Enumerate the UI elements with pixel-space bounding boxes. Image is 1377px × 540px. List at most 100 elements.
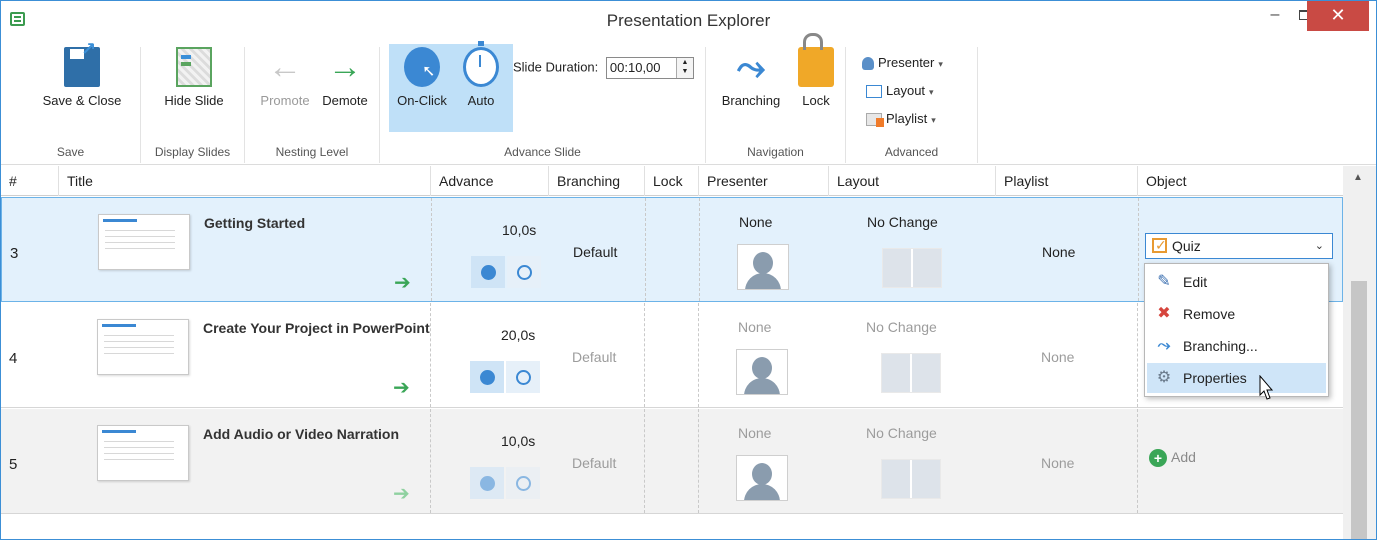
col-header-advance[interactable]: Advance — [431, 166, 549, 196]
presenter-avatar[interactable] — [736, 455, 788, 501]
playlist-icon — [866, 113, 884, 128]
presenter-value[interactable]: None — [738, 319, 771, 335]
gear-icon: ⚙ — [1156, 369, 1172, 386]
slide-title: Create Your Project in PowerPoint — [203, 320, 430, 336]
layout-preview[interactable] — [881, 353, 941, 393]
playlist-value[interactable]: None — [1042, 244, 1075, 260]
on-click-button[interactable]: On-Click — [392, 47, 452, 108]
promote-button[interactable]: ← Promote — [257, 47, 313, 108]
stopwatch-icon — [463, 41, 499, 87]
presenter-label: Presenter — [878, 55, 935, 70]
cell-divider — [646, 198, 700, 301]
branching-icon: ⤳ — [736, 46, 766, 87]
col-header-lock[interactable]: Lock — [645, 166, 699, 196]
auto-toggle[interactable] — [506, 467, 540, 499]
branching-value[interactable]: Default — [573, 244, 617, 260]
table-row-partial — [1, 517, 1343, 539]
col-header-presenter[interactable]: Presenter — [699, 166, 829, 196]
layout-preview[interactable] — [881, 459, 941, 499]
menu-item-remove[interactable]: ✖ Remove — [1147, 299, 1326, 329]
group-advance-slide: On-Click Auto Slide Duration: 00:10,00 ▲… — [380, 41, 706, 163]
layout-label: Layout — [886, 83, 926, 98]
demote-button[interactable]: → Demote — [317, 47, 373, 108]
caret-down-icon: ▾ — [938, 59, 943, 69]
advance-mode-icons — [470, 361, 542, 393]
menu-item-edit-label: Edit — [1183, 274, 1208, 290]
presentation-explorer-window: Presentation Explorer – ✕ Save & Close S… — [0, 0, 1377, 540]
add-object-label: Add — [1171, 449, 1196, 465]
hide-slide-label: Hide Slide — [164, 93, 224, 108]
arrow-left-icon: ← — [268, 48, 302, 86]
group-advanced: Presenter ▾ Layout ▾ Playlist ▾ Advanced — [846, 47, 978, 163]
branching-value[interactable]: Default — [572, 349, 616, 365]
quiz-icon — [1152, 233, 1167, 257]
presenter-avatar[interactable] — [737, 244, 789, 290]
advance-time: 10,0s — [502, 222, 537, 238]
playlist-label: Playlist — [886, 111, 928, 126]
playlist-value[interactable]: None — [1041, 349, 1074, 365]
col-header-num[interactable]: # — [1, 166, 59, 196]
promote-label: Promote — [260, 93, 310, 108]
table-row[interactable]: 4 Create Your Project in PowerPoint ➔ 20… — [1, 303, 1343, 408]
arrow-right-icon: ➔ — [394, 272, 411, 294]
arrow-right-icon: → — [328, 48, 362, 86]
table-row[interactable]: 3 Getting Started ➔ 10,0s Default None N… — [1, 197, 1343, 302]
col-header-title[interactable]: Title — [59, 166, 431, 196]
col-header-layout[interactable]: Layout — [829, 166, 996, 196]
layout-value[interactable]: No Change — [866, 319, 937, 335]
branching-button[interactable]: ⤳ Branching — [716, 46, 786, 109]
advance-time: 20,0s — [501, 327, 536, 343]
group-label-advanced: Advanced — [884, 145, 939, 159]
stopwatch-icon — [517, 265, 532, 280]
on-click-toggle[interactable] — [470, 361, 504, 393]
add-object-button[interactable]: + Add — [1149, 449, 1196, 468]
menu-item-edit[interactable]: ✎ Edit — [1147, 267, 1326, 297]
close-button[interactable]: ✕ — [1307, 1, 1369, 31]
branching-value[interactable]: Default — [572, 455, 616, 471]
row-number: 5 — [9, 456, 18, 473]
playlist-dropdown[interactable]: Playlist ▾ — [866, 111, 936, 128]
menu-item-branching[interactable]: ⤳ Branching... — [1147, 331, 1326, 361]
col-header-object[interactable]: Object — [1138, 166, 1343, 196]
save-close-button[interactable]: Save & Close — [37, 39, 127, 108]
col-header-branching[interactable]: Branching — [549, 166, 645, 196]
save-close-label: Save & Close — [42, 93, 122, 108]
pencil-icon: ✎ — [1157, 273, 1171, 290]
object-select-value: Quiz — [1172, 238, 1201, 254]
auto-toggle[interactable] — [506, 361, 540, 393]
duration-spinner[interactable]: ▲ ▼ — [675, 58, 693, 78]
slide-duration-input[interactable]: 00:10,00 ▲ ▼ — [605, 57, 694, 79]
arrow-right-icon: ➔ — [393, 377, 410, 399]
scroll-up-icon[interactable]: ▲ — [1353, 172, 1363, 183]
presenter-value[interactable]: None — [739, 214, 772, 230]
menu-item-properties-label: Properties — [1183, 370, 1247, 386]
scrollbar-thumb[interactable] — [1351, 281, 1367, 539]
presenter-dropdown[interactable]: Presenter ▾ — [862, 55, 943, 71]
menu-item-remove-label: Remove — [1183, 306, 1236, 322]
table-row[interactable]: 5 Add Audio or Video Narration ➔ 10,0s D… — [1, 409, 1343, 514]
col-header-playlist[interactable]: Playlist — [996, 166, 1138, 196]
slide-duration-label: Slide Duration: — [513, 59, 599, 75]
group-label-advance-slide: Advance Slide — [504, 145, 581, 159]
layout-value[interactable]: No Change — [867, 214, 938, 230]
menu-item-properties[interactable]: ⚙ Properties — [1147, 363, 1326, 393]
layout-dropdown[interactable]: Layout ▾ — [866, 83, 934, 99]
group-label-nesting-level: Nesting Level — [275, 145, 349, 159]
save-close-icon — [64, 39, 100, 87]
layout-preview[interactable] — [882, 248, 942, 288]
auto-button[interactable]: Auto — [456, 41, 506, 108]
slide-duration: Slide Duration: 00:10,00 ▲ ▼ — [513, 57, 694, 79]
hide-slide-button[interactable]: Hide Slide — [159, 47, 229, 108]
presenter-value[interactable]: None — [738, 425, 771, 441]
advance-time: 10,0s — [501, 433, 536, 449]
vertical-scrollbar[interactable]: ▲ — [1343, 166, 1376, 539]
playlist-value[interactable]: None — [1041, 455, 1074, 471]
lock-button[interactable]: Lock — [794, 33, 838, 108]
layout-value[interactable]: No Change — [866, 425, 937, 441]
object-select[interactable]: Quiz ⌄ — [1145, 233, 1333, 259]
chevron-down-icon: ⌄ — [1314, 240, 1324, 252]
on-click-toggle[interactable] — [471, 256, 505, 288]
auto-toggle[interactable] — [507, 256, 541, 288]
on-click-toggle[interactable] — [470, 467, 504, 499]
presenter-avatar[interactable] — [736, 349, 788, 395]
